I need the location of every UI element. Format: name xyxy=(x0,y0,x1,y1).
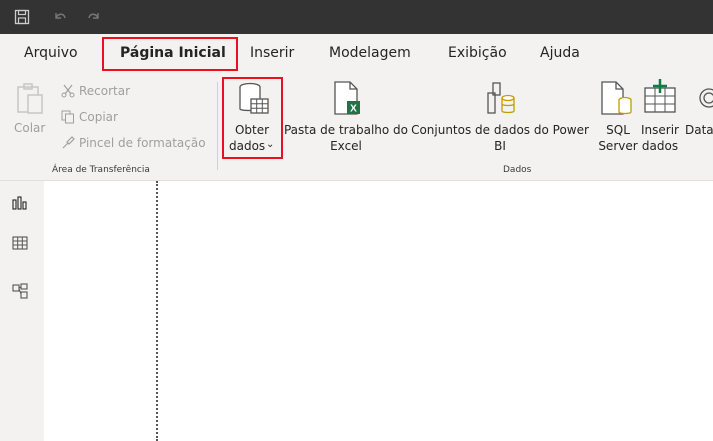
sql-server-label-1[interactable]: SQL xyxy=(596,122,640,138)
tab-ajuda[interactable]: Ajuda xyxy=(540,45,580,61)
model-view-icon[interactable] xyxy=(12,283,28,299)
highlight-box-tab xyxy=(102,37,238,71)
redo-icon[interactable] xyxy=(86,9,102,25)
enter-data-label-2[interactable]: dados xyxy=(639,138,681,154)
enter-data-label-1[interactable]: Inserir xyxy=(639,122,681,138)
paste-button[interactable]: Colar xyxy=(14,120,45,136)
cut-button[interactable]: Recortar xyxy=(79,83,130,99)
view-sidebar xyxy=(0,181,44,441)
copy-button[interactable]: Copiar xyxy=(79,109,118,125)
sql-server-icon xyxy=(601,81,632,115)
tab-arquivo[interactable]: Arquivo xyxy=(24,45,78,61)
power-bi-datasets-icon xyxy=(487,82,515,114)
ribbon: Colar Recortar Copiar Pincel de formataç… xyxy=(0,76,713,181)
page-boundary-dotted-line xyxy=(156,181,158,441)
excel-workbook-label-1[interactable]: Pasta de trabalho do xyxy=(283,122,409,138)
highlight-box-get-data xyxy=(222,77,283,159)
report-view-icon[interactable] xyxy=(12,194,28,210)
enter-data-icon xyxy=(644,79,676,113)
sql-server-label-2[interactable]: Server xyxy=(596,138,640,154)
excel-workbook-label-2[interactable]: Excel xyxy=(283,138,409,154)
dataverse-label[interactable]: Datav xyxy=(685,122,713,138)
group-separator xyxy=(217,82,218,170)
data-group-label: Dados xyxy=(503,165,532,175)
tab-exibicao[interactable]: Exibição xyxy=(448,45,507,61)
excel-icon: X xyxy=(334,81,360,115)
save-icon[interactable] xyxy=(14,9,30,25)
tab-inserir[interactable]: Inserir xyxy=(250,45,294,61)
scissors-icon xyxy=(61,84,75,98)
undo-icon[interactable] xyxy=(52,9,68,25)
dataverse-icon xyxy=(699,88,713,108)
tab-modelagem[interactable]: Modelagem xyxy=(329,45,411,61)
title-bar xyxy=(0,0,713,34)
svg-text:X: X xyxy=(350,104,357,115)
power-bi-datasets-label-1[interactable]: Conjuntos de dados do Power xyxy=(407,122,593,138)
paste-icon xyxy=(17,83,43,114)
format-painter-button[interactable]: Pincel de formatação xyxy=(79,135,206,151)
clipboard-group-label: Área de Transferência xyxy=(52,165,150,175)
table-view-icon[interactable] xyxy=(12,235,28,251)
power-bi-datasets-label-2[interactable]: BI xyxy=(407,138,593,154)
copy-icon xyxy=(61,110,74,124)
format-painter-icon xyxy=(62,136,75,149)
